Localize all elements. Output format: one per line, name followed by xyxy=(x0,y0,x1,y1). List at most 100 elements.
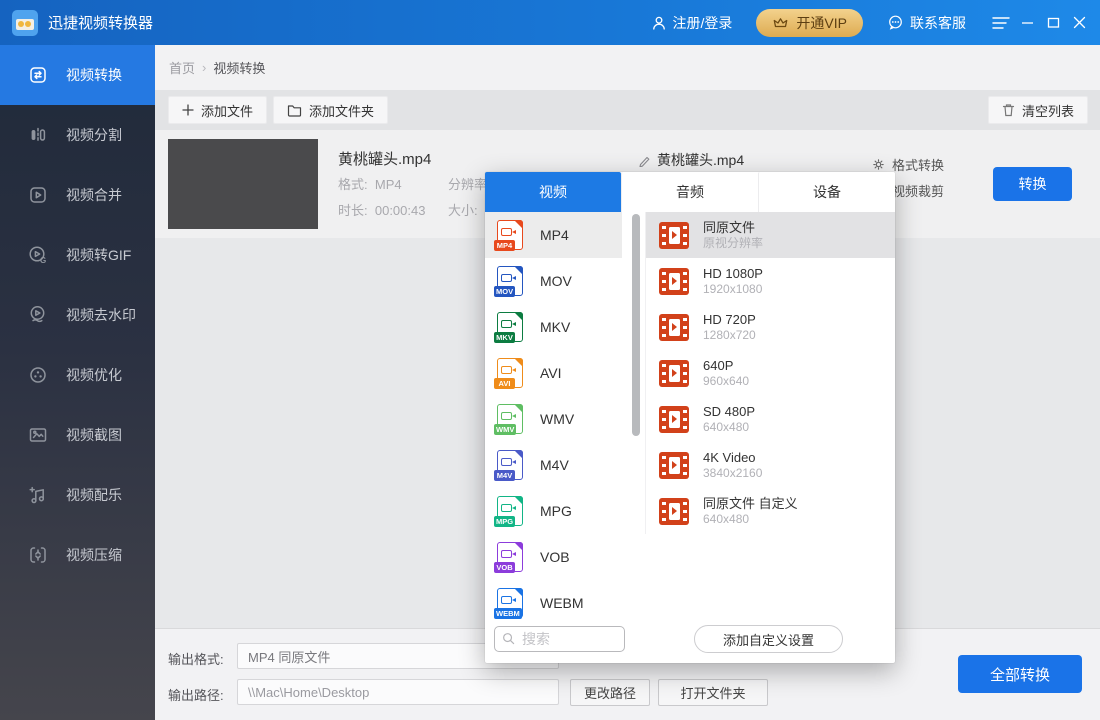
maximize-button[interactable] xyxy=(1040,10,1066,36)
sidebar-item[interactable]: 视频配乐 xyxy=(0,465,155,525)
crown-icon xyxy=(772,15,789,30)
output-path-field[interactable] xyxy=(237,679,559,705)
output-format-label: 输出格式: xyxy=(168,649,224,668)
login-button[interactable]: 注册/登录 xyxy=(651,13,733,33)
sidebar-item[interactable]: 视频优化 xyxy=(0,345,155,405)
search-icon xyxy=(502,632,515,645)
app-logo-icon xyxy=(12,10,38,36)
breadcrumb-separator-icon: › xyxy=(202,60,206,75)
format-list-item[interactable]: AVI AVI xyxy=(485,350,622,396)
sidebar-item[interactable]: 视频去水印 xyxy=(0,285,155,345)
sidebar-item-label: 视频转换 xyxy=(66,65,122,85)
preset-title: SD 480P xyxy=(703,403,755,420)
sidebar-item-label: 视频截图 xyxy=(66,425,122,445)
add-custom-preset-button[interactable]: 添加自定义设置 xyxy=(694,625,843,653)
sidebar-item[interactable]: G 视频转GIF xyxy=(0,225,155,285)
preset-title: 640P xyxy=(703,357,749,374)
hamburger-icon xyxy=(992,16,1010,30)
video-convert-icon xyxy=(26,63,50,87)
preset-subtitle: 原视分辨率 xyxy=(703,236,763,251)
toolbar: 添加文件 添加文件夹 清空列表 xyxy=(155,90,1100,130)
resolution-preset-item[interactable]: 4K Video 3840x2160 xyxy=(646,442,895,488)
clear-list-label: 清空列表 xyxy=(1022,101,1074,120)
close-button[interactable] xyxy=(1066,10,1092,36)
preset-text: 640P 960x640 xyxy=(703,357,749,389)
format-file-icon: AVI xyxy=(497,358,523,388)
file-name: 黄桃罐头.mp4 xyxy=(338,148,431,169)
sidebar-item-label: 视频配乐 xyxy=(66,485,122,505)
preset-title: 同原文件 自定义 xyxy=(703,495,798,512)
open-folder-button[interactable]: 打开文件夹 xyxy=(658,679,768,706)
format-name: MOV xyxy=(540,273,572,289)
video-screenshot-icon xyxy=(26,423,50,447)
clear-list-button[interactable]: 清空列表 xyxy=(988,96,1088,124)
resolution-preset-list: 同原文件 原视分辨率 HD 1080P 1920x1080 xyxy=(645,212,895,534)
sidebar-item[interactable]: 视频压缩 xyxy=(0,525,155,585)
trash-icon xyxy=(1002,103,1015,117)
tab-label: 音频 xyxy=(676,182,704,202)
change-path-button[interactable]: 更改路径 xyxy=(570,679,650,706)
sidebar-item-label: 视频转GIF xyxy=(66,245,131,265)
preset-title: HD 1080P xyxy=(703,265,763,282)
preset-subtitle: 3840x2160 xyxy=(703,466,762,481)
format-picker-tab[interactable]: 音频 xyxy=(621,172,758,212)
resolution-preset-item[interactable]: HD 720P 1280x720 xyxy=(646,304,895,350)
sidebar-item[interactable]: 视频转换 xyxy=(0,45,155,105)
sidebar-item[interactable]: 视频合并 xyxy=(0,165,155,225)
format-list-item[interactable]: WMV WMV xyxy=(485,396,622,442)
format-list-item[interactable]: MPG MPG xyxy=(485,488,622,534)
add-folder-button[interactable]: 添加文件夹 xyxy=(273,96,388,124)
format-name: MP4 xyxy=(540,227,569,243)
resolution-preset-item[interactable]: 同原文件 原视分辨率 xyxy=(646,212,895,258)
video-compress-icon xyxy=(26,543,50,567)
breadcrumb-current: 视频转换 xyxy=(213,58,265,77)
convert-button[interactable]: 转换 xyxy=(993,167,1072,201)
output-filename[interactable]: 黄桃罐头.mp4 xyxy=(638,150,744,170)
format-picker-popup: 视频 音频 设备 MP4 xyxy=(485,172,895,663)
vip-button[interactable]: 开通VIP xyxy=(756,9,863,37)
format-file-icon: M4V xyxy=(497,450,523,480)
format-picker-tab[interactable]: 设备 xyxy=(758,172,895,212)
format-file-icon: MPG xyxy=(497,496,523,526)
preset-subtitle: 1280x720 xyxy=(703,328,756,343)
resolution-preset-item[interactable]: HD 1080P 1920x1080 xyxy=(646,258,895,304)
convert-all-button[interactable]: 全部转换 xyxy=(958,655,1082,693)
preset-text: 同原文件 原视分辨率 xyxy=(703,219,763,251)
preset-text: HD 1080P 1920x1080 xyxy=(703,265,763,297)
plus-icon xyxy=(182,104,194,116)
minimize-button[interactable] xyxy=(1014,10,1040,36)
support-button[interactable]: 联系客服 xyxy=(887,13,966,33)
resolution-preset-item[interactable]: SD 480P 640x480 xyxy=(646,396,895,442)
sidebar-item-label: 视频分割 xyxy=(66,125,122,145)
tab-label: 视频 xyxy=(539,182,567,202)
format-list-item[interactable]: M4V M4V xyxy=(485,442,622,488)
format-picker-tab[interactable]: 视频 xyxy=(485,172,621,212)
format-list-item[interactable]: WEBM WEBM xyxy=(485,580,622,626)
video-thumbnail xyxy=(168,139,318,229)
folder-icon xyxy=(287,104,302,117)
format-list-item[interactable]: MP4 MP4 xyxy=(485,212,622,258)
sidebar-item[interactable]: 视频截图 xyxy=(0,405,155,465)
resolution-preset-item[interactable]: 同原文件 自定义 640x480 xyxy=(646,488,895,534)
format-list-scrollbar[interactable] xyxy=(632,214,640,436)
format-name: AVI xyxy=(540,365,562,381)
resolution-preset-item[interactable]: 640P 960x640 xyxy=(646,350,895,396)
breadcrumb-home[interactable]: 首页 xyxy=(169,58,195,77)
format-list-item[interactable]: MKV MKV xyxy=(485,304,622,350)
format-list-item[interactable]: VOB VOB xyxy=(485,534,622,580)
add-file-button[interactable]: 添加文件 xyxy=(168,96,267,124)
format-list-item[interactable]: MOV MOV xyxy=(485,258,622,304)
format-convert-label: 格式转换 xyxy=(892,155,944,174)
preset-title: 同原文件 xyxy=(703,219,763,236)
output-path-label: 输出路径: xyxy=(168,685,224,704)
app-window: 迅捷视频转换器 注册/登录 开通VIP xyxy=(0,0,1100,720)
file-size-label: 大小: xyxy=(448,200,478,219)
format-file-icon: MP4 xyxy=(497,220,523,250)
sidebar-item-label: 视频合并 xyxy=(66,185,122,205)
sidebar-item-label: 视频压缩 xyxy=(66,545,122,565)
sidebar-item[interactable]: 视频分割 xyxy=(0,105,155,165)
output-filename-text: 黄桃罐头.mp4 xyxy=(657,150,744,170)
format-file-icon: VOB xyxy=(497,542,523,572)
format-name: MKV xyxy=(540,319,570,335)
menu-button[interactable] xyxy=(988,10,1014,36)
